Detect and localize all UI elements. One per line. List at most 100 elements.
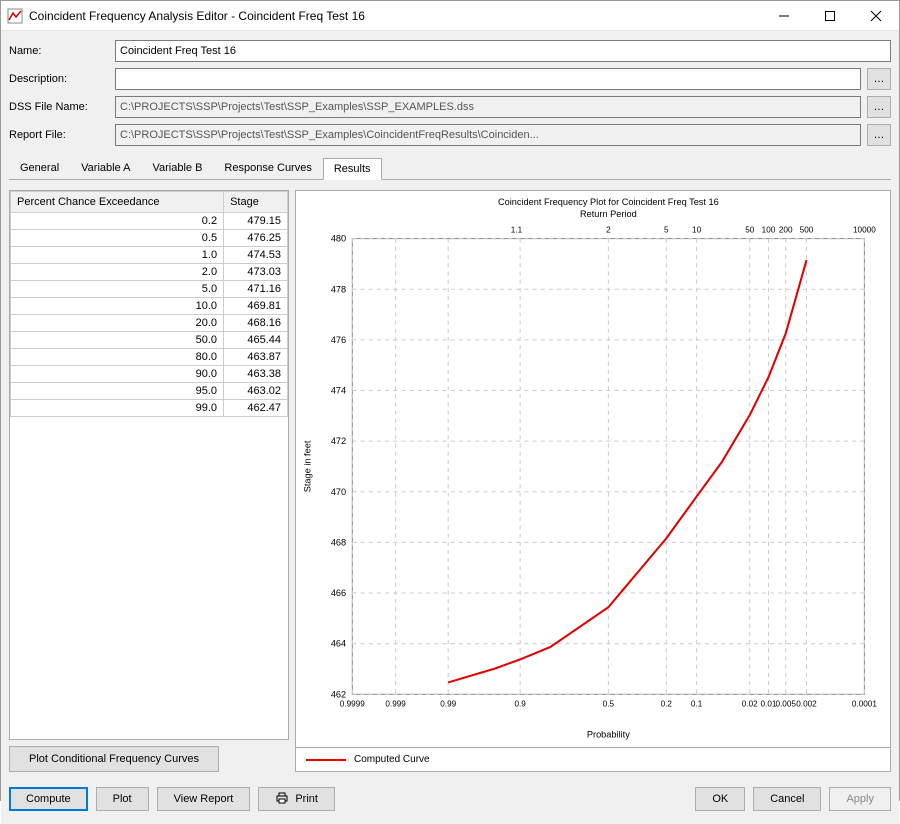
svg-text:466: 466 bbox=[331, 588, 346, 598]
compute-button[interactable]: Compute bbox=[9, 787, 88, 811]
results-table: Percent Chance Exceedance Stage 0.2479.1… bbox=[10, 191, 288, 417]
svg-text:464: 464 bbox=[331, 639, 346, 649]
svg-text:10: 10 bbox=[692, 225, 702, 234]
name-input[interactable] bbox=[115, 40, 891, 62]
apply-button: Apply bbox=[829, 787, 891, 811]
svg-text:0.02: 0.02 bbox=[742, 700, 758, 709]
table-row[interactable]: 0.2479.15 bbox=[11, 213, 288, 230]
maximize-button[interactable] bbox=[807, 1, 853, 31]
svg-text:50: 50 bbox=[745, 225, 755, 234]
cancel-button[interactable]: Cancel bbox=[753, 787, 821, 811]
svg-text:476: 476 bbox=[331, 335, 346, 345]
report-browse-button[interactable]: … bbox=[867, 124, 891, 146]
svg-text:474: 474 bbox=[331, 386, 346, 396]
close-button[interactable] bbox=[853, 1, 899, 31]
svg-text:100: 100 bbox=[762, 225, 776, 234]
results-table-wrap: Percent Chance Exceedance Stage 0.2479.1… bbox=[9, 190, 289, 740]
chart-area: 462 464 466 468 470 472 474 476 478 480 0.9999 0.99… bbox=[295, 190, 891, 748]
svg-text:470: 470 bbox=[331, 487, 346, 497]
table-row[interactable]: 95.0463.02 bbox=[11, 383, 288, 400]
ok-button[interactable]: OK bbox=[695, 787, 745, 811]
svg-text:0.2: 0.2 bbox=[661, 700, 673, 709]
col-percent-chance: Percent Chance Exceedance bbox=[11, 192, 224, 213]
tab-response-curves[interactable]: Response Curves bbox=[213, 157, 322, 179]
button-bar: Compute Plot View Report Print OK Cancel… bbox=[9, 776, 891, 816]
window-title: Coincident Frequency Analysis Editor - C… bbox=[29, 9, 761, 23]
name-label: Name: bbox=[9, 45, 109, 57]
svg-text:Return Period: Return Period bbox=[580, 209, 637, 219]
table-row[interactable]: 99.0462.47 bbox=[11, 400, 288, 417]
table-row[interactable]: 2.0473.03 bbox=[11, 264, 288, 281]
svg-text:Stage in feet: Stage in feet bbox=[302, 440, 312, 492]
legend: Computed Curve bbox=[295, 748, 891, 772]
svg-text:2: 2 bbox=[606, 225, 611, 234]
description-label: Description: bbox=[9, 73, 109, 85]
dss-row: DSS File Name: … bbox=[9, 95, 891, 119]
svg-text:462: 462 bbox=[331, 689, 346, 699]
ellipsis-icon: … bbox=[874, 129, 885, 141]
description-row: Description: … bbox=[9, 67, 891, 91]
svg-text:0.1: 0.1 bbox=[691, 700, 703, 709]
results-panel: Percent Chance Exceedance Stage 0.2479.1… bbox=[9, 184, 891, 772]
dss-browse-button[interactable]: … bbox=[867, 96, 891, 118]
svg-text:480: 480 bbox=[331, 234, 346, 244]
report-row: Report File: … bbox=[9, 123, 891, 147]
svg-text:0.005: 0.005 bbox=[775, 700, 796, 709]
app-window: Coincident Frequency Analysis Editor - C… bbox=[0, 0, 900, 801]
svg-text:0.999: 0.999 bbox=[385, 700, 406, 709]
printer-icon bbox=[275, 792, 289, 807]
plot-button[interactable]: Plot bbox=[96, 787, 149, 811]
dss-label: DSS File Name: bbox=[9, 101, 109, 113]
svg-text:0.9: 0.9 bbox=[514, 700, 526, 709]
table-row[interactable]: 20.0468.16 bbox=[11, 315, 288, 332]
svg-text:0.002: 0.002 bbox=[796, 700, 817, 709]
svg-text:5: 5 bbox=[664, 225, 669, 234]
svg-text:478: 478 bbox=[331, 284, 346, 294]
right-pane: 462 464 466 468 470 472 474 476 478 480 0.9999 0.99… bbox=[295, 190, 891, 772]
minimize-button[interactable] bbox=[761, 1, 807, 31]
svg-text:472: 472 bbox=[331, 436, 346, 446]
svg-text:468: 468 bbox=[331, 537, 346, 547]
titlebar: Coincident Frequency Analysis Editor - C… bbox=[1, 1, 899, 31]
svg-text:0.0001: 0.0001 bbox=[852, 700, 877, 709]
description-input[interactable] bbox=[115, 68, 861, 90]
tab-general[interactable]: General bbox=[9, 157, 70, 179]
table-row[interactable]: 1.0474.53 bbox=[11, 247, 288, 264]
table-row[interactable]: 10.0469.81 bbox=[11, 298, 288, 315]
tab-results[interactable]: Results bbox=[323, 158, 382, 180]
svg-text:0.5: 0.5 bbox=[603, 700, 615, 709]
name-row: Name: bbox=[9, 39, 891, 63]
plot-conditional-button[interactable]: Plot Conditional Frequency Curves bbox=[9, 746, 219, 772]
dss-input bbox=[115, 96, 861, 118]
table-row[interactable]: 50.0465.44 bbox=[11, 332, 288, 349]
table-row[interactable]: 5.0471.16 bbox=[11, 281, 288, 298]
legend-label: Computed Curve bbox=[354, 754, 430, 765]
ellipsis-icon: … bbox=[874, 73, 885, 85]
table-row[interactable]: 0.5476.25 bbox=[11, 230, 288, 247]
frequency-chart: 462 464 466 468 470 472 474 476 478 480 0.9999 0.99… bbox=[296, 191, 890, 747]
content-area: Name: Description: … DSS File Name: … Re… bbox=[1, 31, 899, 824]
ellipsis-icon: … bbox=[874, 101, 885, 113]
tab-variable-a[interactable]: Variable A bbox=[70, 157, 141, 179]
print-label: Print bbox=[295, 793, 318, 805]
legend-swatch bbox=[306, 759, 346, 761]
svg-text:200: 200 bbox=[779, 225, 793, 234]
tab-strip: GeneralVariable AVariable BResponse Curv… bbox=[9, 157, 891, 180]
report-input bbox=[115, 124, 861, 146]
svg-text:Probability: Probability bbox=[587, 729, 630, 739]
svg-text:Coincident Frequency Plot for: Coincident Frequency Plot for Coincident… bbox=[498, 197, 719, 207]
print-button[interactable]: Print bbox=[258, 787, 335, 811]
svg-text:0.99: 0.99 bbox=[440, 700, 456, 709]
svg-text:10000: 10000 bbox=[853, 225, 876, 234]
svg-text:1.1: 1.1 bbox=[511, 225, 523, 234]
svg-text:500: 500 bbox=[800, 225, 814, 234]
tab-variable-b[interactable]: Variable B bbox=[141, 157, 213, 179]
left-pane: Percent Chance Exceedance Stage 0.2479.1… bbox=[9, 190, 289, 772]
description-browse-button[interactable]: … bbox=[867, 68, 891, 90]
app-icon bbox=[7, 8, 23, 24]
view-report-button[interactable]: View Report bbox=[157, 787, 251, 811]
table-row[interactable]: 80.0463.87 bbox=[11, 349, 288, 366]
col-stage: Stage bbox=[224, 192, 288, 213]
table-row[interactable]: 90.0463.38 bbox=[11, 366, 288, 383]
svg-text:0.9999: 0.9999 bbox=[340, 700, 365, 709]
